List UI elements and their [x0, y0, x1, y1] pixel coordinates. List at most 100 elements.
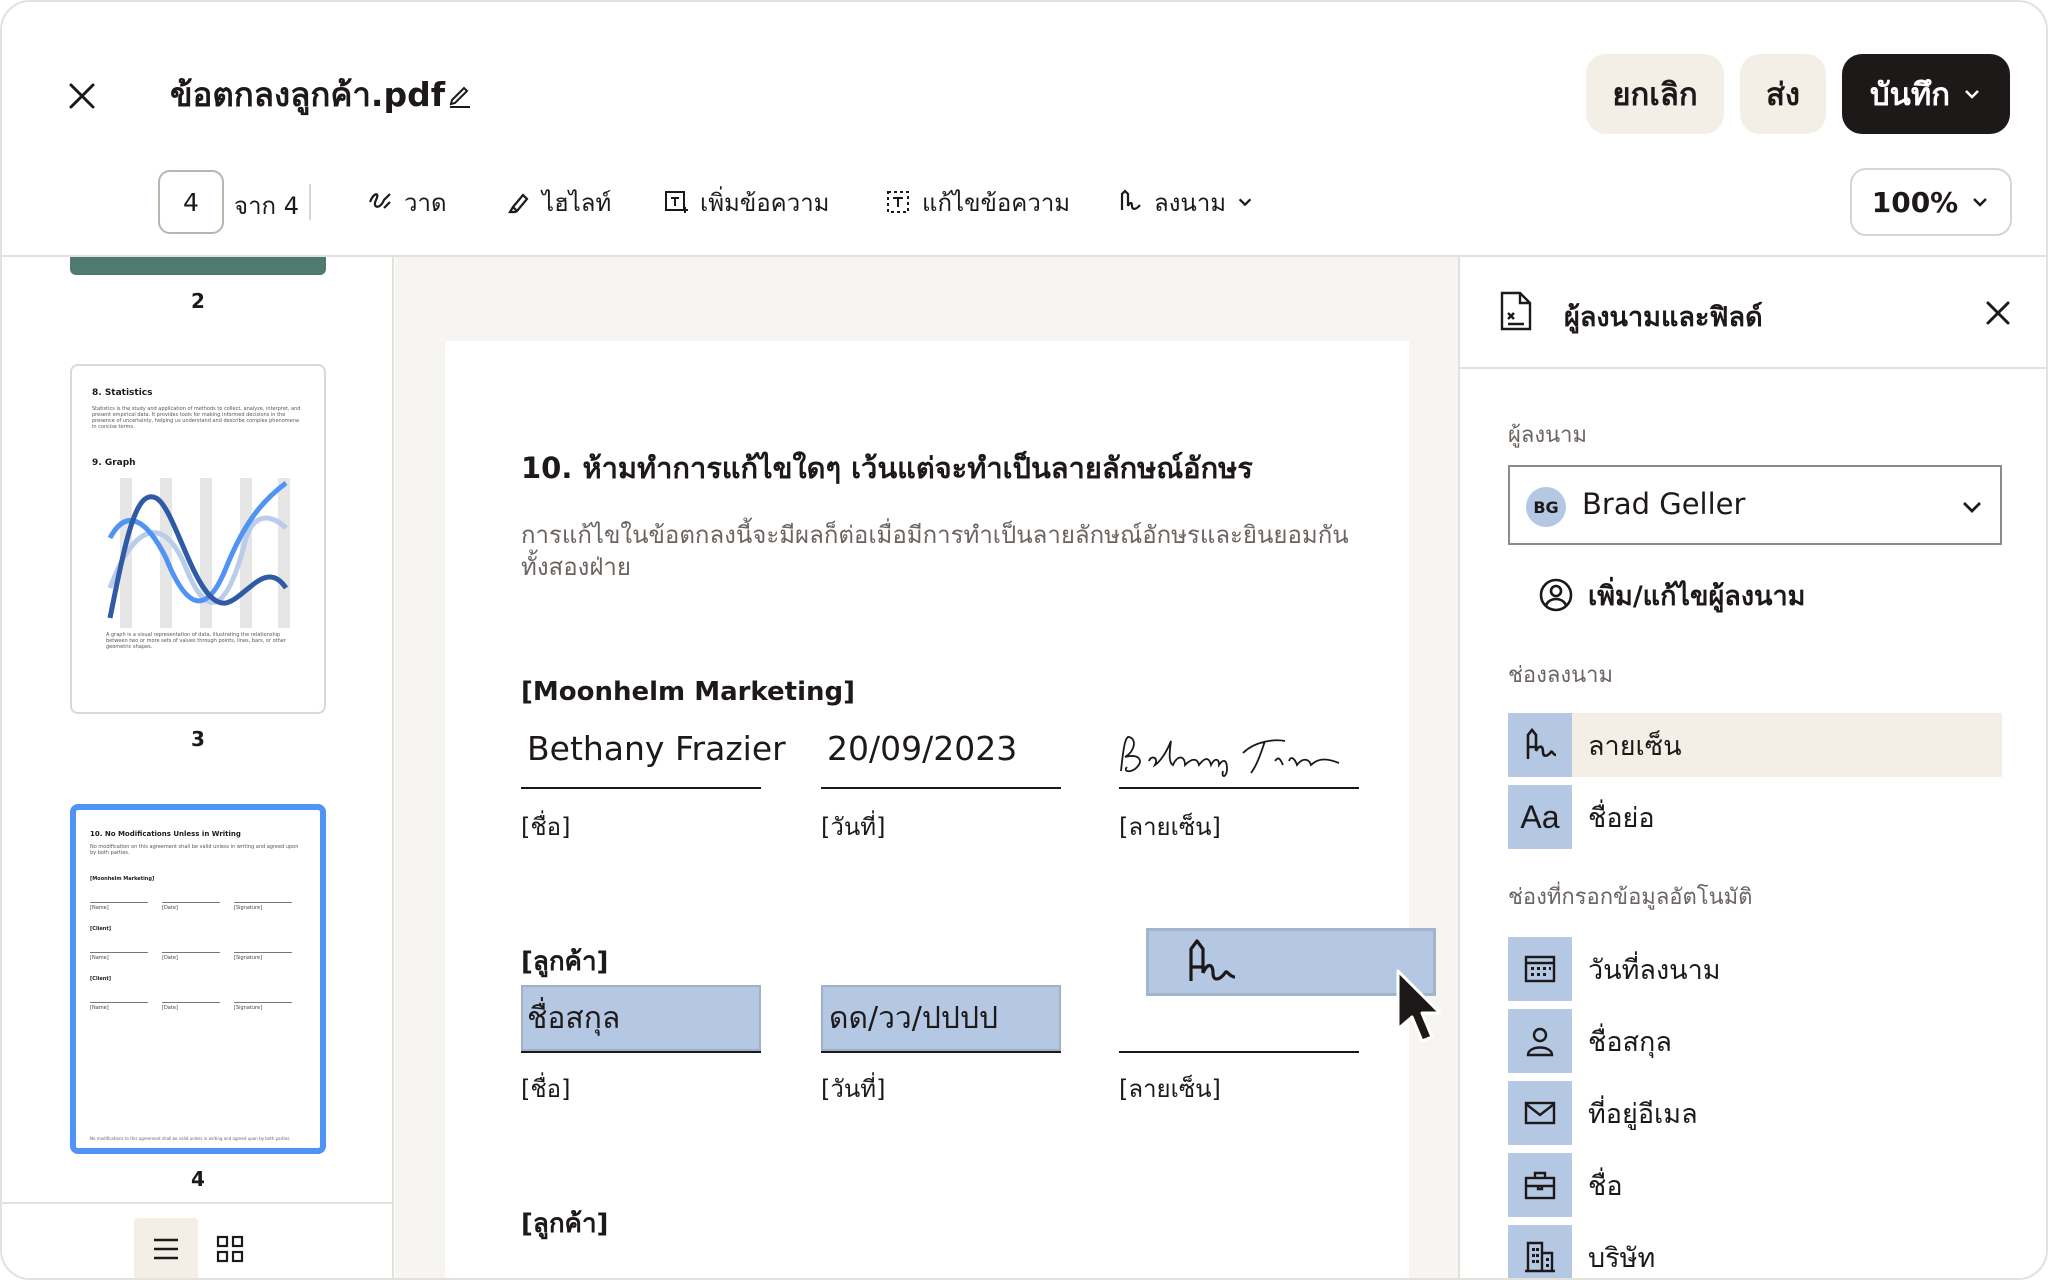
- add-text-tool[interactable]: เพิ่มข้อความ: [662, 182, 830, 222]
- sign-tool[interactable]: ลงนาม: [1116, 182, 1254, 222]
- document-page: 10. ห้ามทำการแก้ไขใดๆ เว้นแต่จะทำเป็นลาย…: [445, 341, 1409, 1278]
- field-signature[interactable]: ลายเซ็น: [1508, 713, 2002, 777]
- mini-heading: 10. No Modifications Unless in Writing: [90, 830, 241, 838]
- party-client: [ลูกค้า]: [521, 947, 609, 977]
- cancel-button[interactable]: ยกเลิก: [1586, 54, 1724, 134]
- autofill-fields-label: ช่องที่กรอกข้อมูลอัตโนมัติ: [1508, 885, 1753, 910]
- document-signature-icon: [1500, 291, 1532, 331]
- date-label: [วันที่]: [821, 813, 886, 841]
- mini-paragraph: A graph is a visual representation of da…: [106, 632, 286, 650]
- sign-icon: [1120, 189, 1141, 210]
- field-label: ชื่อย่อ: [1588, 802, 1655, 834]
- field-email[interactable]: ที่อยู่อีเมล: [1508, 1081, 2002, 1145]
- list-icon: [154, 1238, 178, 1260]
- add-text-icon: [665, 191, 688, 213]
- toolbar: 4 จาก 4 วาด ไฮไลท์ เพิ่มข้อความ แก้ไขข้อ…: [2, 168, 2046, 236]
- field-label: ชื่อ: [1588, 1170, 1623, 1202]
- field-title[interactable]: ชื่อ: [1508, 1153, 2002, 1217]
- field-company[interactable]: บริษัท: [1508, 1225, 2002, 1278]
- party-moonhelm: [Moonhelm Marketing]: [521, 677, 856, 707]
- building-icon: [1525, 1241, 1555, 1273]
- field-date-signed[interactable]: วันที่ลงนาม: [1508, 937, 2002, 1001]
- signature-fields-label: ช่องลงนาม: [1508, 663, 1614, 688]
- mini-party: [Client]: [90, 926, 112, 932]
- edit-text-tool[interactable]: แก้ไขข้อความ: [884, 182, 1070, 222]
- thumbnail-page-3[interactable]: 8. Statistics Statistics is the study an…: [70, 364, 326, 714]
- name-label: [ชื่อ]: [521, 813, 571, 841]
- chevron-down-icon: [1238, 198, 1252, 207]
- sign-tool-label: ลงนาม: [1154, 188, 1227, 217]
- grid-icon: [216, 1235, 244, 1263]
- signature-field-drag[interactable]: [1146, 928, 1436, 996]
- page-count: จาก 4: [234, 192, 299, 220]
- mini-label: [Name]: [90, 1005, 109, 1011]
- app-window: ข้อตกลงลูกค้า.pdf ยกเลิก ส่ง บันทึก 4 จา…: [0, 0, 2048, 1280]
- close-button[interactable]: [60, 74, 104, 118]
- date-field[interactable]: ดด/วว/ปปปป: [821, 985, 1061, 1051]
- draw-icon: [368, 193, 391, 209]
- chevron-down-icon: [1963, 502, 1981, 513]
- party-client-2: [ลูกค้า]: [521, 1209, 609, 1239]
- panel-close-button[interactable]: [1980, 295, 2016, 331]
- mini-label: [Signature]: [234, 905, 263, 911]
- highlight-tool[interactable]: ไฮไลท์: [504, 182, 611, 222]
- panel-header: ผู้ลงนามและฟิลด์: [1460, 257, 2046, 369]
- header: ข้อตกลงลูกค้า.pdf ยกเลิก ส่ง บันทึก 4 จา…: [2, 2, 2046, 257]
- add-text-tool-label: เพิ่มข้อความ: [700, 188, 830, 217]
- field-full-name[interactable]: ชื่อสกุล: [1508, 1009, 2002, 1073]
- mini-label: [Signature]: [234, 1005, 263, 1011]
- date-label: [วันที่]: [821, 1075, 886, 1103]
- document-title: ข้อตกลงลูกค้า.pdf: [170, 75, 446, 114]
- save-button[interactable]: บันทึก: [1842, 54, 2010, 134]
- avatar: BG: [1526, 487, 1566, 527]
- pencil-icon: [449, 86, 470, 108]
- thumbnail-page-2[interactable]: [70, 257, 326, 275]
- panel-title: ผู้ลงนามและฟิลด์: [1564, 302, 1763, 333]
- page-thumbnails[interactable]: 2 8. Statistics Statistics is the study …: [2, 257, 394, 1278]
- zoom-value: 100%: [1871, 185, 1959, 219]
- field-initials[interactable]: Aa ชื่อย่อ: [1508, 785, 2002, 849]
- field-label: ชื่อสกุล: [1588, 1026, 1672, 1058]
- grid-view-button[interactable]: [198, 1218, 262, 1278]
- add-edit-signer-label: เพิ่ม/แก้ไขผู้ลงนาม: [1588, 580, 1806, 612]
- mini-heading: 9. Graph: [92, 458, 136, 468]
- mini-party: [Client]: [90, 976, 112, 982]
- mini-label: [Date]: [162, 905, 178, 911]
- signature-label: [ลายเซ็น]: [1119, 813, 1221, 841]
- mini-label: [Name]: [90, 905, 109, 911]
- mini-label: [Date]: [162, 955, 178, 961]
- handwritten-signature: [1120, 736, 1340, 777]
- send-button[interactable]: ส่ง: [1740, 54, 1826, 134]
- briefcase-icon: [1524, 1171, 1556, 1200]
- toolbar-divider: [309, 184, 311, 220]
- name-field[interactable]: ชื่อสกุล: [521, 985, 761, 1051]
- thumbnail-page-4[interactable]: 10. No Modifications Unless in Writing N…: [70, 804, 326, 1154]
- document-viewer[interactable]: 10. ห้ามทำการแก้ไขใดๆ เว้นแต่จะทำเป็นลาย…: [395, 257, 1458, 1278]
- section-title: 10. ห้ามทำการแก้ไขใดๆ เว้นแต่จะทำเป็นลาย…: [521, 451, 1253, 485]
- mouse-cursor-icon: [1396, 969, 1442, 1043]
- list-view-button[interactable]: [134, 1218, 198, 1278]
- field-label: วันที่ลงนาม: [1588, 954, 1721, 986]
- signed-date: 20/09/2023: [827, 729, 1018, 768]
- signer-section-label: ผู้ลงนาม: [1508, 423, 1588, 448]
- field-label: บริษัท: [1588, 1242, 1656, 1274]
- signature-label: [ลายเซ็น]: [1119, 1075, 1221, 1103]
- draw-tool[interactable]: วาด: [366, 182, 447, 222]
- thumbnail-number: 3: [191, 727, 205, 751]
- edit-text-tool-label: แก้ไขข้อความ: [922, 188, 1071, 217]
- chevron-down-icon: [1973, 198, 1988, 207]
- signed-name: Bethany Frazier: [527, 729, 786, 768]
- signer-select[interactable]: BG Brad Geller: [1508, 465, 2002, 545]
- calendar-icon: [1524, 955, 1556, 983]
- zoom-select[interactable]: 100%: [1850, 168, 2012, 236]
- add-edit-signer-button[interactable]: เพิ่ม/แก้ไขผู้ลงนาม: [1538, 573, 1805, 617]
- close-icon: [1986, 301, 2010, 325]
- mini-heading: 8. Statistics: [92, 388, 153, 398]
- thumbnail-view-toggle: [2, 1202, 392, 1278]
- page-number-input[interactable]: 4: [158, 170, 224, 234]
- mini-paragraph: Statistics is the study and application …: [92, 406, 301, 430]
- signature-icon: [1189, 939, 1236, 981]
- signers-fields-panel: ผู้ลงนามและฟิลด์ ผู้ลงนาม BG Brad Geller…: [1458, 257, 2046, 1278]
- mini-label: [Name]: [90, 955, 109, 961]
- rename-button[interactable]: [444, 78, 476, 110]
